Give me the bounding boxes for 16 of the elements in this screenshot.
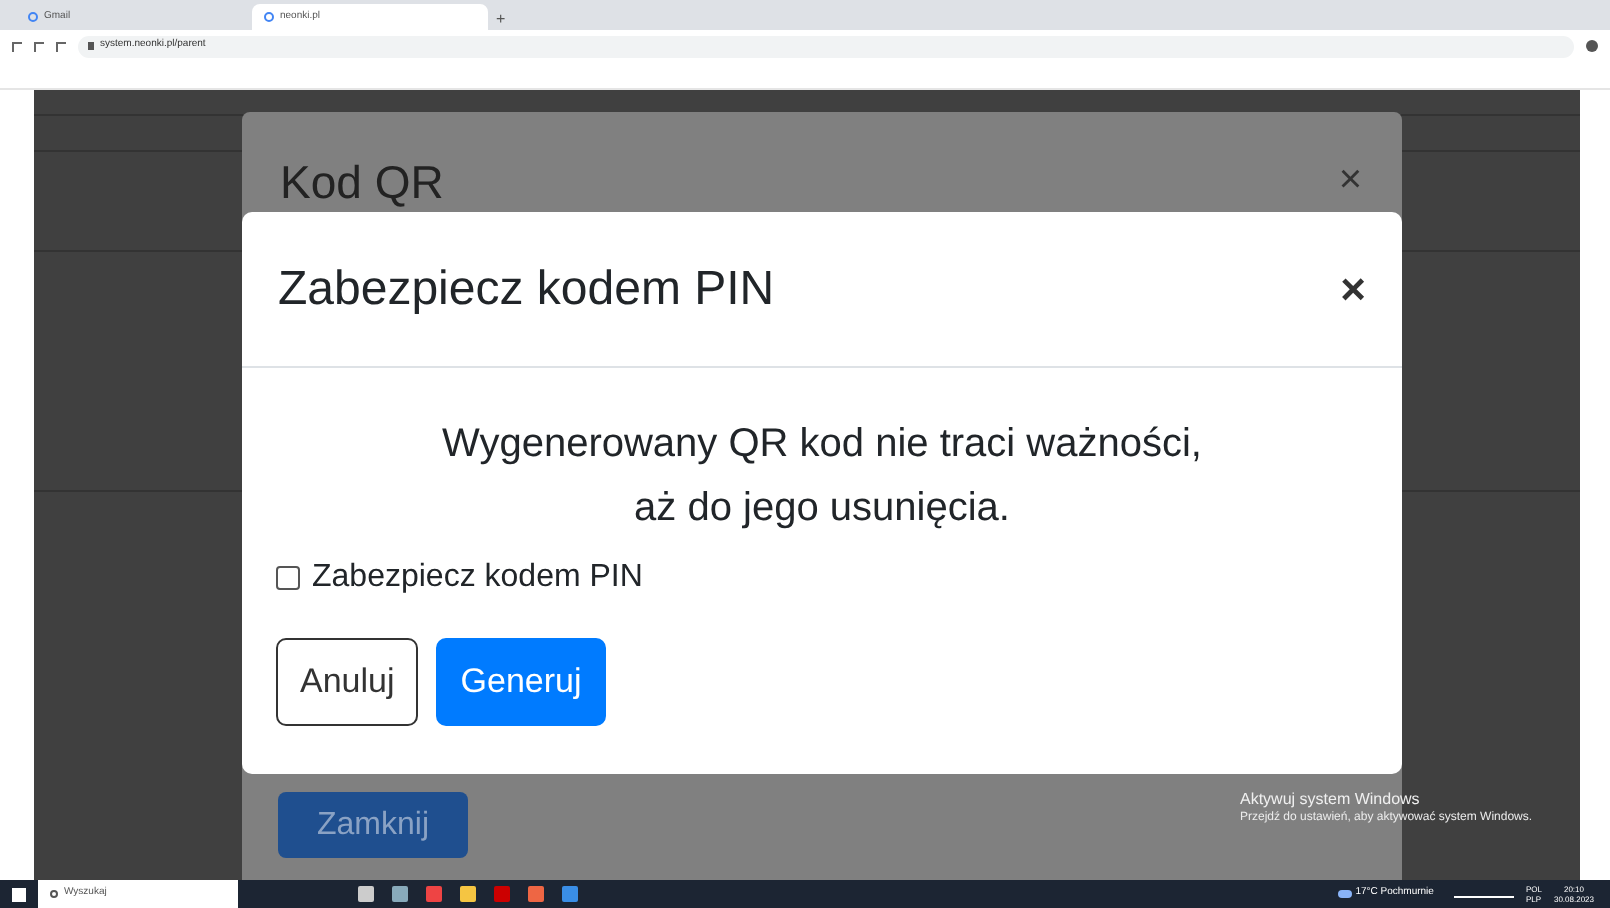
search-icon [50,890,58,898]
start-icon[interactable] [12,887,26,901]
cancel-button[interactable]: Anuluj [276,638,419,726]
profile-icon[interactable] [1586,40,1598,52]
dialog-title: Zabezpiecz kodem PIN [278,259,775,319]
checkbox-label: Zabezpiecz kodem PIN [312,558,643,598]
new-tab-icon[interactable]: + [496,12,506,28]
tab-favicon-icon [28,12,38,22]
generate-button[interactable]: Generuj [436,638,606,726]
dialog-title: Kod QR [280,160,444,206]
message-text: aż do jego usunięcia. [632,484,1012,534]
close-button[interactable]: × [1340,267,1366,311]
checkbox[interactable] [276,566,300,590]
lock-icon [88,42,94,50]
message-text: Wygenerowany QR kod nie traci ważności, [440,420,1204,470]
tab-favicon-icon [264,12,274,22]
